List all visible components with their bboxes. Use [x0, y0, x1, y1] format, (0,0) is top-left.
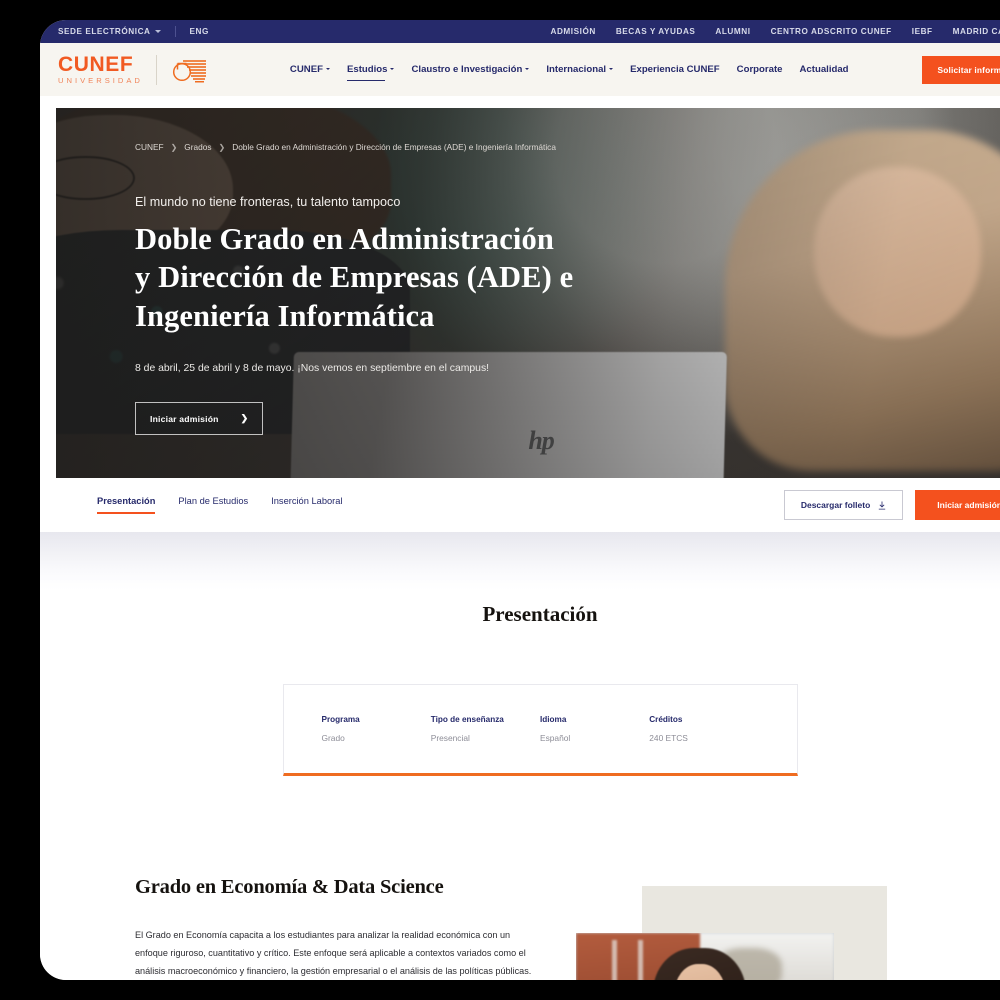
info-value: Presencial: [430, 733, 470, 743]
breadcrumb-separator-icon: ❯: [170, 142, 178, 152]
hero-banner: hp CUNEF ❯ Grados ❯ Doble Grado en Admin…: [56, 108, 1000, 478]
grado-heading: Grado en Economía & Data Science: [135, 876, 444, 898]
util-link-iebf[interactable]: IEBF: [912, 27, 933, 36]
tab-actions: Descargar folleto Iniciar admisión: [783, 490, 1000, 520]
util-link-alumni[interactable]: ALUMNI: [715, 27, 750, 36]
program-info-card: Programa Grado Tipo de enseñanza Presenc…: [282, 684, 798, 776]
tab-insercion-laboral[interactable]: Inserción Laboral: [271, 496, 342, 514]
breadcrumb-item-grados[interactable]: Grados: [184, 142, 211, 152]
nav-item-corporate[interactable]: Corporate: [737, 64, 783, 75]
site-header: CUNEF UNIVERSIDAD CUNEF Estudios Claustr…: [40, 43, 1000, 96]
info-cell-idioma: Idioma Español: [540, 715, 649, 743]
util-link-becas[interactable]: BECAS Y AYUDAS: [616, 27, 696, 36]
descargar-folleto-label: Descargar folleto: [800, 500, 871, 510]
chevron-down-icon: [390, 68, 395, 71]
hero-wrapper: hp CUNEF ❯ Grados ❯ Doble Grado en Admin…: [40, 96, 1000, 478]
info-key: Programa: [321, 715, 360, 724]
presentacion-heading: Presentación: [482, 602, 598, 626]
info-key: Idioma: [540, 715, 567, 724]
nav-item-cunef[interactable]: CUNEF: [290, 64, 330, 75]
divider: [174, 26, 176, 37]
util-link-admision[interactable]: ADMISIÓN: [550, 27, 595, 36]
photo-column: [612, 939, 618, 980]
grado-image-column: [568, 876, 1000, 980]
chevron-down-icon: [325, 68, 330, 71]
info-value: 240 ETCS: [649, 733, 688, 743]
sede-electronica-label: SEDE ELECTRÓNICA: [58, 27, 151, 36]
main-navigation: CUNEF Estudios Claustro e Investigación …: [290, 64, 849, 82]
chevron-down-icon: [525, 68, 530, 71]
section-fade: [40, 532, 1000, 590]
util-link-centro-adscrito[interactable]: CENTRO ADSCRITO CUNEF: [771, 27, 892, 36]
chevron-down-icon: [609, 68, 614, 71]
page-title: Doble Grado en Administración y Direcció…: [135, 222, 574, 333]
info-cell-tipo-ensenanza: Tipo de enseñanza Presencial: [431, 715, 540, 743]
nav-item-actualidad[interactable]: Actualidad: [800, 64, 849, 75]
descargar-folleto-button[interactable]: Descargar folleto: [783, 490, 904, 520]
solicitar-informacion-button[interactable]: Solicitar información: [921, 55, 1000, 84]
logo-wordmark: CUNEF UNIVERSIDAD: [58, 54, 143, 85]
section-tabbar: Presentación Plan de Estudios Inserción …: [40, 478, 1000, 532]
nav-item-experiencia[interactable]: Experiencia CUNEF: [630, 64, 720, 75]
info-cell-creditos: Créditos 240 ETCS: [649, 715, 758, 743]
photo-column: [637, 939, 643, 980]
nav-label: Estudios: [346, 64, 388, 75]
logo-name: CUNEF: [58, 53, 134, 77]
grado-body-text: El Grado en Economía capacita a los estu…: [135, 930, 532, 977]
info-cell-programa: Programa Grado: [322, 715, 431, 743]
nav-item-claustro[interactable]: Claustro e Investigación: [411, 64, 530, 75]
info-key: Créditos: [649, 715, 683, 724]
browser-page: SEDE ELECTRÓNICA ENG ADMISIÓN BECAS Y AY…: [40, 20, 1000, 980]
utility-bar-right: ADMISIÓN BECAS Y AYUDAS ALUMNI CENTRO AD…: [550, 27, 1000, 36]
hero-dates: 8 de abril, 25 de abril y 8 de mayo. ¡No…: [135, 363, 490, 375]
anniversary-50-icon: [170, 55, 208, 85]
chevron-down-icon: [154, 30, 161, 34]
util-link-madrid-caminos[interactable]: MADRID CAMINOS: [953, 27, 1000, 36]
hero-iniciar-admision-button[interactable]: Iniciar admisión ❯: [135, 402, 264, 436]
nav-label: Internacional: [546, 64, 607, 75]
site-logo[interactable]: CUNEF UNIVERSIDAD: [58, 54, 208, 85]
hero-content: CUNEF ❯ Grados ❯ Doble Grado en Administ…: [135, 142, 1000, 436]
breadcrumb-separator-icon: ❯: [218, 142, 226, 152]
grado-text-column: Grado en Economía & Data Science El Grad…: [135, 876, 550, 980]
hero-button-label: Iniciar admisión: [150, 413, 219, 424]
breadcrumb-item-current: Doble Grado en Administración y Direcció…: [232, 142, 556, 152]
sede-electronica-link[interactable]: SEDE ELECTRÓNICA: [58, 27, 161, 36]
breadcrumb: CUNEF ❯ Grados ❯ Doble Grado en Administ…: [135, 142, 1000, 152]
download-icon: [879, 501, 886, 509]
grado-economia-section: Grado en Economía & Data Science El Grad…: [40, 876, 1000, 980]
tab-list: Presentación Plan de Estudios Inserción …: [97, 496, 343, 514]
chevron-right-icon: ❯: [240, 413, 249, 424]
language-link[interactable]: ENG: [190, 27, 209, 36]
info-key: Tipo de enseñanza: [430, 715, 504, 724]
campus-student-photo: [576, 933, 834, 980]
utility-bar: SEDE ELECTRÓNICA ENG ADMISIÓN BECAS Y AY…: [40, 20, 1000, 43]
info-value: Grado: [321, 733, 345, 743]
tab-plan-de-estudios[interactable]: Plan de Estudios: [178, 496, 248, 514]
hero-kicker: El mundo no tiene fronteras, tu talento …: [135, 195, 401, 209]
nav-item-estudios[interactable]: Estudios: [346, 64, 395, 82]
iniciar-admision-button[interactable]: Iniciar admisión: [915, 490, 1000, 520]
tab-presentacion[interactable]: Presentación: [97, 496, 156, 514]
utility-bar-left: SEDE ELECTRÓNICA ENG: [58, 26, 209, 37]
divider: [155, 54, 157, 85]
nav-label: Claustro e Investigación: [411, 64, 523, 75]
info-value: Español: [540, 733, 571, 743]
nav-item-internacional[interactable]: Internacional: [546, 64, 614, 75]
presentacion-section: Presentación Programa Grado Tipo de ense…: [40, 590, 1000, 980]
logo-subtitle: UNIVERSIDAD: [58, 76, 143, 86]
breadcrumb-item-cunef[interactable]: CUNEF: [135, 142, 164, 152]
nav-label: CUNEF: [289, 64, 323, 75]
